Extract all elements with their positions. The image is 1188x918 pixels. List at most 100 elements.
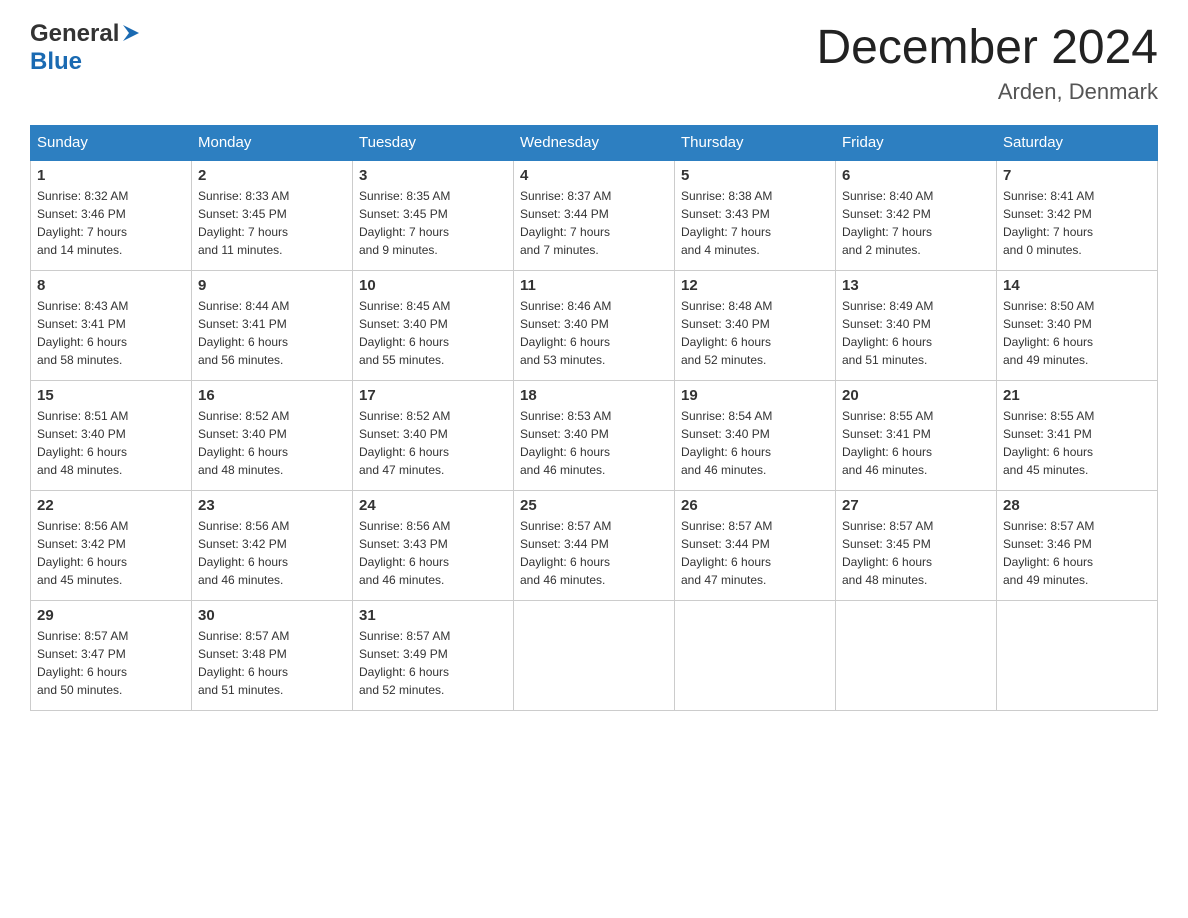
calendar-day-3: 3 Sunrise: 8:35 AMSunset: 3:45 PMDaylight…: [353, 160, 514, 270]
calendar-day-28: 28Sunrise: 8:57 AMSunset: 3:46 PMDayligh…: [997, 490, 1158, 600]
calendar-empty-cell: [514, 600, 675, 710]
day-info: Sunrise: 8:55 AMSunset: 3:41 PMDaylight:…: [1003, 407, 1151, 479]
day-number: 11: [520, 277, 668, 294]
day-number: 16: [198, 387, 346, 404]
calendar-day-29: 29 Sunrise: 8:57 AMSunset: 3:47 PMDayligh…: [31, 600, 192, 710]
day-number: 31: [359, 607, 507, 624]
calendar-day-15: 15 Sunrise: 8:51 AMSunset: 3:40 PMDayligh…: [31, 380, 192, 490]
weekday-header-saturday: Saturday: [997, 126, 1158, 161]
page-subtitle: Arden, Denmark: [816, 79, 1158, 105]
logo-arrow-icon: [121, 23, 141, 48]
calendar-day-14: 14Sunrise: 8:50 AMSunset: 3:40 PMDayligh…: [997, 270, 1158, 380]
day-number: 18: [520, 387, 668, 404]
calendar-table: SundayMondayTuesdayWednesdayThursdayFrid…: [30, 125, 1158, 711]
calendar-week-row: 1 Sunrise: 8:32 AMSunset: 3:46 PMDaylight…: [31, 160, 1158, 270]
calendar-day-22: 22Sunrise: 8:56 AMSunset: 3:42 PMDayligh…: [31, 490, 192, 600]
day-info: Sunrise: 8:56 AMSunset: 3:43 PMDaylight:…: [359, 517, 507, 589]
calendar-day-8: 8 Sunrise: 8:43 AMSunset: 3:41 PMDaylight…: [31, 270, 192, 380]
calendar-day-19: 19 Sunrise: 8:54 AMSunset: 3:40 PMDayligh…: [675, 380, 836, 490]
page-title: December 2024: [816, 20, 1158, 75]
calendar-day-17: 17 Sunrise: 8:52 AMSunset: 3:40 PMDayligh…: [353, 380, 514, 490]
day-info: Sunrise: 8:52 AMSunset: 3:40 PMDaylight:…: [198, 407, 346, 479]
calendar-week-row: 29 Sunrise: 8:57 AMSunset: 3:47 PMDayligh…: [31, 600, 1158, 710]
calendar-day-31: 31 Sunrise: 8:57 AMSunset: 3:49 PMDayligh…: [353, 600, 514, 710]
weekday-header-thursday: Thursday: [675, 126, 836, 161]
day-info: Sunrise: 8:49 AMSunset: 3:40 PMDaylight:…: [842, 297, 990, 369]
day-info: Sunrise: 8:45 AMSunset: 3:40 PMDaylight:…: [359, 297, 507, 369]
day-info: Sunrise: 8:52 AMSunset: 3:40 PMDaylight:…: [359, 407, 507, 479]
weekday-header-row: SundayMondayTuesdayWednesdayThursdayFrid…: [31, 126, 1158, 161]
calendar-empty-cell: [836, 600, 997, 710]
day-number: 26: [681, 497, 829, 514]
day-number: 15: [37, 387, 185, 404]
day-info: Sunrise: 8:54 AMSunset: 3:40 PMDaylight:…: [681, 407, 829, 479]
day-number: 7: [1003, 167, 1151, 184]
weekday-header-friday: Friday: [836, 126, 997, 161]
day-info: Sunrise: 8:57 AMSunset: 3:45 PMDaylight:…: [842, 517, 990, 589]
day-number: 5: [681, 167, 829, 184]
calendar-body: 1 Sunrise: 8:32 AMSunset: 3:46 PMDaylight…: [31, 160, 1158, 710]
calendar-day-11: 11Sunrise: 8:46 AMSunset: 3:40 PMDayligh…: [514, 270, 675, 380]
day-number: 2: [198, 167, 346, 184]
day-info: Sunrise: 8:35 AMSunset: 3:45 PMDaylight:…: [359, 187, 507, 259]
logo: General Blue: [30, 20, 141, 76]
calendar-day-4: 4 Sunrise: 8:37 AMSunset: 3:44 PMDaylight…: [514, 160, 675, 270]
calendar-week-row: 8 Sunrise: 8:43 AMSunset: 3:41 PMDaylight…: [31, 270, 1158, 380]
calendar-day-12: 12 Sunrise: 8:48 AMSunset: 3:40 PMDayligh…: [675, 270, 836, 380]
calendar-day-30: 30Sunrise: 8:57 AMSunset: 3:48 PMDayligh…: [192, 600, 353, 710]
day-number: 17: [359, 387, 507, 404]
day-number: 29: [37, 607, 185, 624]
day-info: Sunrise: 8:53 AMSunset: 3:40 PMDaylight:…: [520, 407, 668, 479]
calendar-day-24: 24Sunrise: 8:56 AMSunset: 3:43 PMDayligh…: [353, 490, 514, 600]
day-info: Sunrise: 8:37 AMSunset: 3:44 PMDaylight:…: [520, 187, 668, 259]
calendar-day-21: 21Sunrise: 8:55 AMSunset: 3:41 PMDayligh…: [997, 380, 1158, 490]
calendar-day-6: 6Sunrise: 8:40 AMSunset: 3:42 PMDaylight…: [836, 160, 997, 270]
logo-blue-text: Blue: [30, 48, 82, 75]
day-number: 19: [681, 387, 829, 404]
calendar-week-row: 15 Sunrise: 8:51 AMSunset: 3:40 PMDayligh…: [31, 380, 1158, 490]
day-info: Sunrise: 8:56 AMSunset: 3:42 PMDaylight:…: [198, 517, 346, 589]
day-info: Sunrise: 8:33 AMSunset: 3:45 PMDaylight:…: [198, 187, 346, 259]
day-info: Sunrise: 8:56 AMSunset: 3:42 PMDaylight:…: [37, 517, 185, 589]
day-info: Sunrise: 8:50 AMSunset: 3:40 PMDaylight:…: [1003, 297, 1151, 369]
calendar-day-25: 25Sunrise: 8:57 AMSunset: 3:44 PMDayligh…: [514, 490, 675, 600]
calendar-day-13: 13 Sunrise: 8:49 AMSunset: 3:40 PMDayligh…: [836, 270, 997, 380]
day-number: 25: [520, 497, 668, 514]
day-info: Sunrise: 8:44 AMSunset: 3:41 PMDaylight:…: [198, 297, 346, 369]
day-number: 3: [359, 167, 507, 184]
calendar-day-16: 16 Sunrise: 8:52 AMSunset: 3:40 PMDayligh…: [192, 380, 353, 490]
day-number: 27: [842, 497, 990, 514]
calendar-empty-cell: [997, 600, 1158, 710]
day-info: Sunrise: 8:38 AMSunset: 3:43 PMDaylight:…: [681, 187, 829, 259]
day-number: 13: [842, 277, 990, 294]
day-info: Sunrise: 8:43 AMSunset: 3:41 PMDaylight:…: [37, 297, 185, 369]
day-number: 1: [37, 167, 185, 184]
calendar-day-1: 1 Sunrise: 8:32 AMSunset: 3:46 PMDaylight…: [31, 160, 192, 270]
day-number: 23: [198, 497, 346, 514]
day-number: 10: [359, 277, 507, 294]
calendar-day-20: 20 Sunrise: 8:55 AMSunset: 3:41 PMDayligh…: [836, 380, 997, 490]
logo-general-text: General: [30, 20, 119, 48]
day-number: 8: [37, 277, 185, 294]
day-info: Sunrise: 8:51 AMSunset: 3:40 PMDaylight:…: [37, 407, 185, 479]
day-info: Sunrise: 8:55 AMSunset: 3:41 PMDaylight:…: [842, 407, 990, 479]
day-info: Sunrise: 8:57 AMSunset: 3:44 PMDaylight:…: [681, 517, 829, 589]
calendar-day-2: 2 Sunrise: 8:33 AMSunset: 3:45 PMDaylight…: [192, 160, 353, 270]
calendar-week-row: 22Sunrise: 8:56 AMSunset: 3:42 PMDayligh…: [31, 490, 1158, 600]
day-number: 30: [198, 607, 346, 624]
calendar-day-23: 23 Sunrise: 8:56 AMSunset: 3:42 PMDayligh…: [192, 490, 353, 600]
calendar-day-10: 10 Sunrise: 8:45 AMSunset: 3:40 PMDayligh…: [353, 270, 514, 380]
day-info: Sunrise: 8:57 AMSunset: 3:49 PMDaylight:…: [359, 627, 507, 699]
day-number: 4: [520, 167, 668, 184]
weekday-header-monday: Monday: [192, 126, 353, 161]
day-info: Sunrise: 8:57 AMSunset: 3:47 PMDaylight:…: [37, 627, 185, 699]
day-info: Sunrise: 8:48 AMSunset: 3:40 PMDaylight:…: [681, 297, 829, 369]
day-info: Sunrise: 8:57 AMSunset: 3:46 PMDaylight:…: [1003, 517, 1151, 589]
calendar-empty-cell: [675, 600, 836, 710]
title-block: December 2024 Arden, Denmark: [816, 20, 1158, 105]
calendar-day-18: 18 Sunrise: 8:53 AMSunset: 3:40 PMDayligh…: [514, 380, 675, 490]
day-number: 20: [842, 387, 990, 404]
calendar-day-26: 26 Sunrise: 8:57 AMSunset: 3:44 PMDayligh…: [675, 490, 836, 600]
day-info: Sunrise: 8:32 AMSunset: 3:46 PMDaylight:…: [37, 187, 185, 259]
day-number: 12: [681, 277, 829, 294]
